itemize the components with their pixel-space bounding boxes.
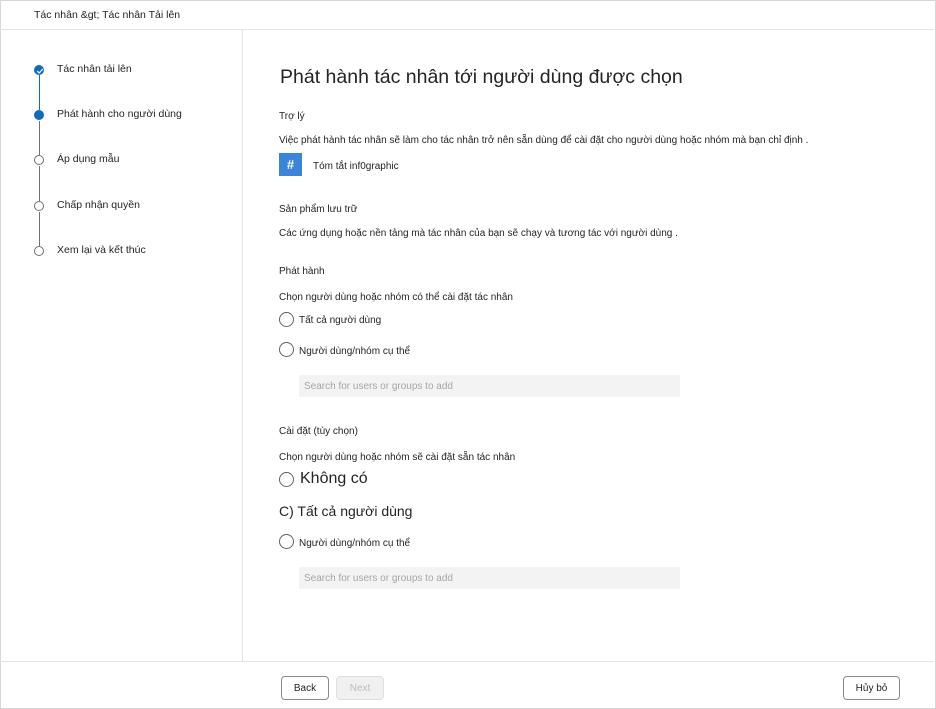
wizard-step-label: Áp dụng mẫu [57, 153, 120, 165]
install-none-label[interactable]: Không có [300, 470, 368, 488]
install-all-option[interactable]: C) Tất cả người dùng [279, 503, 412, 519]
next-button[interactable]: Next [336, 676, 384, 700]
breadcrumb[interactable]: Tác nhân &gt; Tác nhân Tải lên [34, 9, 180, 21]
assistant-description: Việc phát hành tác nhân sẽ làm cho tác n… [279, 135, 809, 146]
publish-search-field[interactable] [299, 375, 680, 397]
wizard-step-label: Xem lại và kết thúc [57, 244, 146, 256]
pending-step-icon [34, 201, 44, 211]
step-connector [39, 75, 40, 110]
pending-step-icon [34, 155, 44, 165]
install-specific-label[interactable]: Người dùng/nhóm cụ thể [299, 538, 410, 549]
page-title: Phát hành tác nhân tới người dùng được c… [280, 66, 683, 88]
pending-step-icon [34, 246, 44, 256]
assistant-heading: Trợ lý [279, 111, 305, 122]
storage-description: Các ứng dụng hoặc nền tảng mà tác nhân c… [279, 228, 678, 239]
wizard-step-label: Chấp nhận quyền [57, 199, 140, 211]
install-description: Chọn người dùng hoặc nhóm sẽ cài đặt sẵn… [279, 452, 516, 463]
install-specific-radio[interactable] [279, 534, 294, 549]
publish-all-label[interactable]: Tất cả người dùng [299, 315, 381, 326]
hash-icon: # [279, 153, 302, 176]
wizard-step-label: Phát hành cho người dùng [57, 108, 182, 120]
storage-heading: Sản phẩm lưu trữ [279, 204, 358, 215]
publish-description: Chọn người dùng hoặc nhóm có thể cài đặt… [279, 292, 513, 303]
top-bar: Tác nhân &gt; Tác nhân Tải lên [0, 0, 934, 30]
install-search-field[interactable] [299, 567, 680, 589]
back-button[interactable]: Back [281, 676, 329, 700]
step-connector [39, 166, 40, 201]
wizard-step-label: Tác nhân tải lên [57, 63, 132, 75]
step-connector [39, 121, 40, 155]
publish-specific-radio[interactable] [279, 342, 294, 357]
wizard-sidebar [0, 30, 243, 661]
step-connector [39, 212, 40, 246]
cancel-button[interactable]: Hủy bỏ [843, 676, 900, 700]
publish-search-input[interactable] [299, 375, 680, 397]
publish-specific-label[interactable]: Người dùng/nhóm cụ thể [299, 346, 410, 357]
install-heading: Cài đặt (tùy chọn) [279, 426, 358, 437]
assistant-name: Tóm tắt inf0graphic [313, 161, 399, 172]
checkmark-icon [34, 65, 44, 75]
publish-all-radio[interactable] [279, 312, 294, 327]
install-search-input[interactable] [299, 567, 680, 589]
install-none-radio[interactable] [279, 472, 294, 487]
current-step-icon [34, 110, 44, 120]
footer-bar [0, 661, 934, 708]
publish-heading: Phát hành [279, 266, 325, 277]
